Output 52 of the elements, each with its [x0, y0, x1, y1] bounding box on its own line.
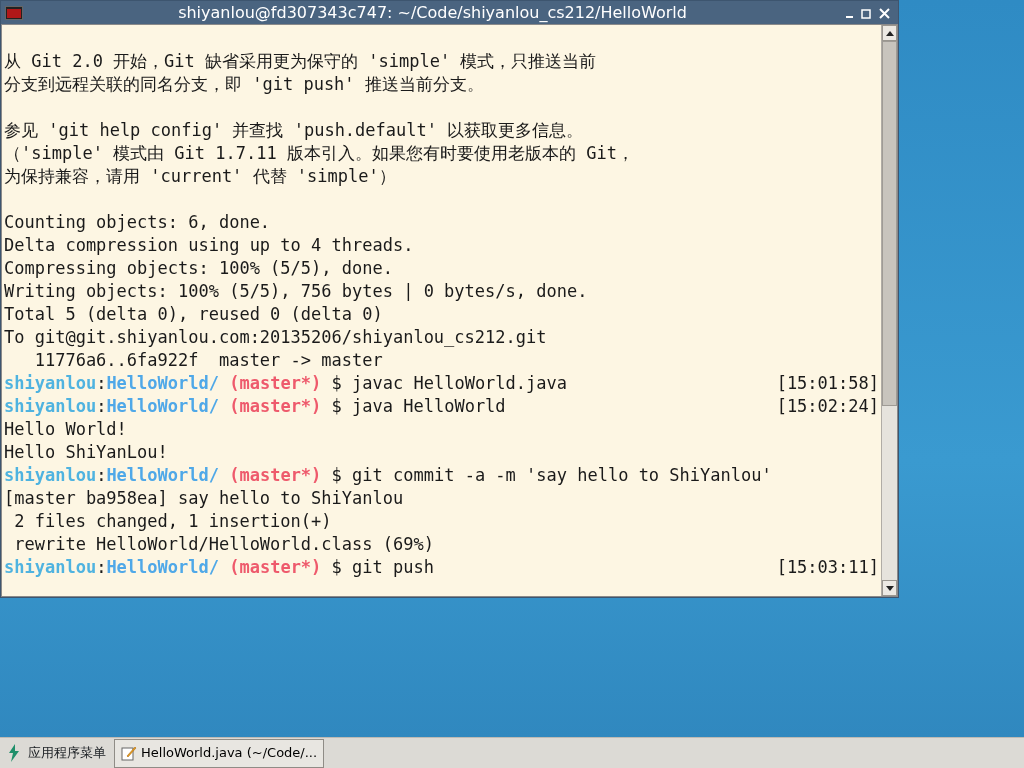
terminal-icon — [5, 5, 23, 20]
prompt-separator: : — [96, 373, 107, 393]
output-line: 为保持兼容，请用 'current' 代替 'simple'） — [4, 166, 396, 186]
output-line: Compressing objects: 100% (5/5), done. — [4, 258, 393, 278]
output-line: 11776a6..6fa922f master -> master — [33, 350, 383, 370]
prompt-branch: (master*) — [229, 465, 322, 485]
prompt-user: shiyanlou — [4, 465, 97, 485]
prompt-separator: : — [96, 557, 107, 577]
command-text: $ java HelloWorld — [331, 396, 506, 416]
prompt-user: shiyanlou — [4, 557, 97, 577]
output-line: 2 files changed, 1 insertion(+) — [13, 511, 332, 531]
timestamp: [15:03:11] — [776, 556, 879, 579]
output-line: Hello ShiYanLou! — [4, 442, 168, 462]
prompt-path: HelloWorld/ — [106, 373, 219, 393]
prompt-branch: (master*) — [229, 396, 322, 416]
output-line: rewrite HelloWorld/HelloWorld.class (69%) — [13, 534, 434, 554]
prompt-branch: (master*) — [229, 373, 322, 393]
output-line: To git@git.shiyanlou.com:20135206/shiyanlou_cs212.git — [4, 327, 547, 347]
scrollbar[interactable] — [881, 25, 897, 596]
command-text: $ git push — [331, 557, 434, 577]
output-line: Counting objects: 6, done. — [4, 212, 271, 232]
command-text: $ javac HelloWorld.java — [331, 373, 567, 393]
notepad-pencil-icon — [121, 745, 137, 761]
prompt-branch: (master*) — [229, 557, 322, 577]
output-line: 参见 'git help config' 并查找 'push.default' 以获取更多信息。 — [4, 120, 584, 140]
output-line: （'simple' 模式由 Git 1.7.11 版本引入。如果您有时要使用老版本的 Git， — [4, 143, 634, 163]
output-line: 分支到远程关联的同名分支，即 'git push' 推送当前分支。 — [4, 74, 484, 94]
output-line: 从 Git 2.0 开始，Git 缺省采用更为保守的 'simple' 模式，只推送当前 — [4, 51, 597, 71]
scroll-up-icon[interactable] — [885, 30, 894, 36]
timestamp: [15:02:24] — [776, 395, 879, 418]
minimize-icon — [846, 16, 853, 18]
output-line: Writing objects: 100% (5/5), 756 bytes | 0 bytes/s, done. — [4, 281, 588, 301]
prompt-separator: : — [96, 465, 107, 485]
close-icon — [879, 8, 890, 19]
output-line: [master ba958ea] say hello to ShiYanlou — [4, 488, 404, 508]
window-title: shiyanlou@fd307343c747: ~/Code/shiyanlou_cs212/HelloWorld — [178, 3, 687, 22]
scroll-down-icon[interactable] — [885, 585, 894, 591]
prompt-user: shiyanlou — [4, 396, 97, 416]
output-line: Total 5 (delta 0), reused 0 (delta 0) — [4, 304, 383, 324]
prompt-path: HelloWorld/ — [106, 557, 219, 577]
maximize-icon — [861, 8, 871, 19]
applications-menu[interactable]: 应用程序菜单 — [28, 743, 106, 763]
taskbar-window-button[interactable]: HelloWorld.java (~/Code/... — [114, 738, 325, 768]
output-line: Delta compression using up to 4 threads. — [4, 235, 414, 255]
command-text: $ git commit -a -m 'say hello to ShiYanlou' — [331, 465, 772, 485]
prompt-path: HelloWorld/ — [106, 465, 219, 485]
prompt-separator: : — [96, 396, 107, 416]
prompt-user: shiyanlou — [4, 373, 97, 393]
prompt-path: HelloWorld/ — [106, 396, 219, 416]
timestamp: [15:01:58] — [776, 372, 879, 395]
scrollbar-thumb[interactable] — [882, 41, 897, 406]
output-line: Hello World! — [4, 419, 127, 439]
